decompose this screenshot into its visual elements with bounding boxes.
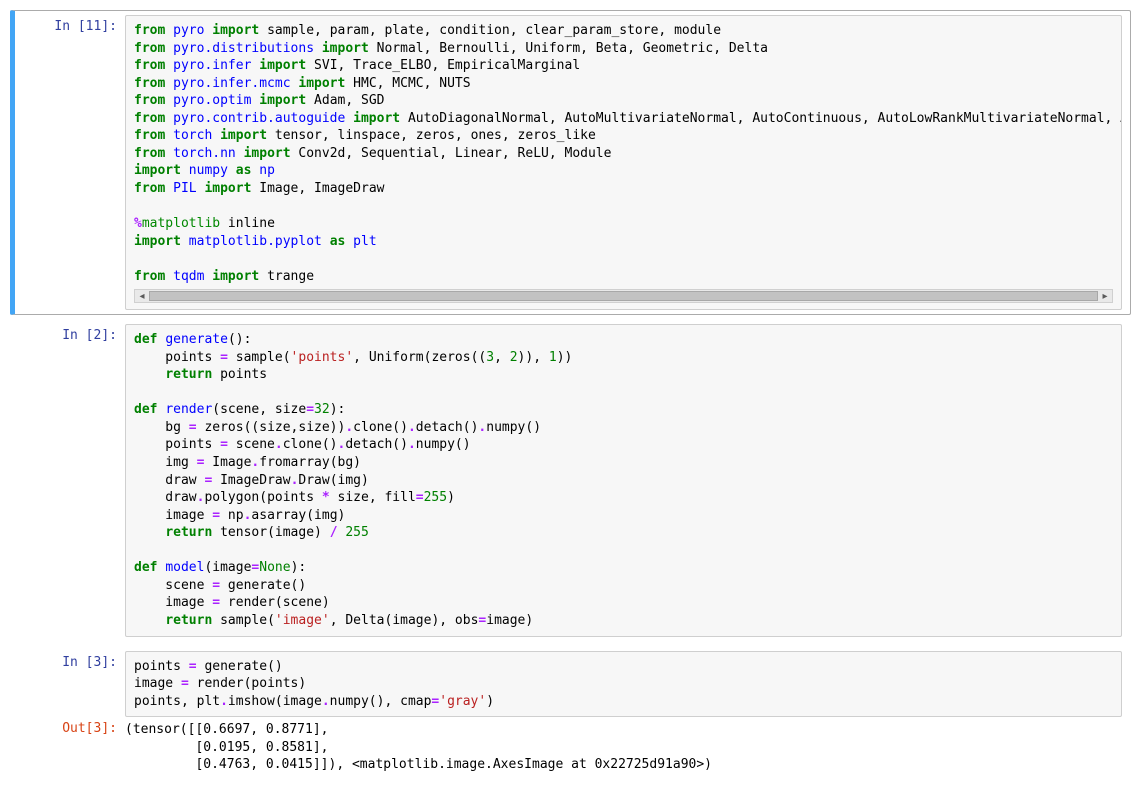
scroll-arrow-right-icon[interactable]: ▸ xyxy=(1098,290,1112,302)
code-content[interactable]: from pyro import sample, param, plate, c… xyxy=(134,22,1113,285)
code-cell[interactable]: In [11]: from pyro import sample, param, … xyxy=(10,10,1131,315)
notebook-container: In [11]: from pyro import sample, param, … xyxy=(0,0,1141,797)
code-input-area[interactable]: points = generate() image = render(point… xyxy=(125,651,1122,718)
code-input-area[interactable]: from pyro import sample, param, plate, c… xyxy=(125,15,1122,310)
output-area: (tensor([[0.6697, 0.8771], [0.0195, 0.85… xyxy=(125,717,1122,778)
output-text: (tensor([[0.6697, 0.8771], [0.0195, 0.85… xyxy=(125,721,1114,774)
code-content[interactable]: points = generate() image = render(point… xyxy=(134,658,1113,711)
scrollbar-thumb[interactable] xyxy=(149,291,1098,301)
cell-input-row: In [3]: points = generate() image = rende… xyxy=(15,651,1130,718)
input-prompt: In [3]: xyxy=(15,651,125,676)
cell-input-row: In [2]: def generate(): points = sample('… xyxy=(15,324,1130,636)
horizontal-scrollbar[interactable]: ◂▸ xyxy=(134,289,1113,303)
code-cell[interactable]: In [2]: def generate(): points = sample('… xyxy=(10,319,1131,641)
code-content[interactable]: def generate(): points = sample('points'… xyxy=(134,331,1113,629)
scroll-arrow-left-icon[interactable]: ◂ xyxy=(135,290,149,302)
code-input-area[interactable]: def generate(): points = sample('points'… xyxy=(125,324,1122,636)
output-prompt: Out[3]: xyxy=(15,717,125,742)
cell-input-row: In [11]: from pyro import sample, param, … xyxy=(15,15,1130,310)
cell-output-row: Out[3]:(tensor([[0.6697, 0.8771], [0.019… xyxy=(15,717,1130,778)
code-cell[interactable]: In [3]: points = generate() image = rende… xyxy=(10,646,1131,783)
input-prompt: In [2]: xyxy=(15,324,125,349)
input-prompt: In [11]: xyxy=(15,15,125,40)
